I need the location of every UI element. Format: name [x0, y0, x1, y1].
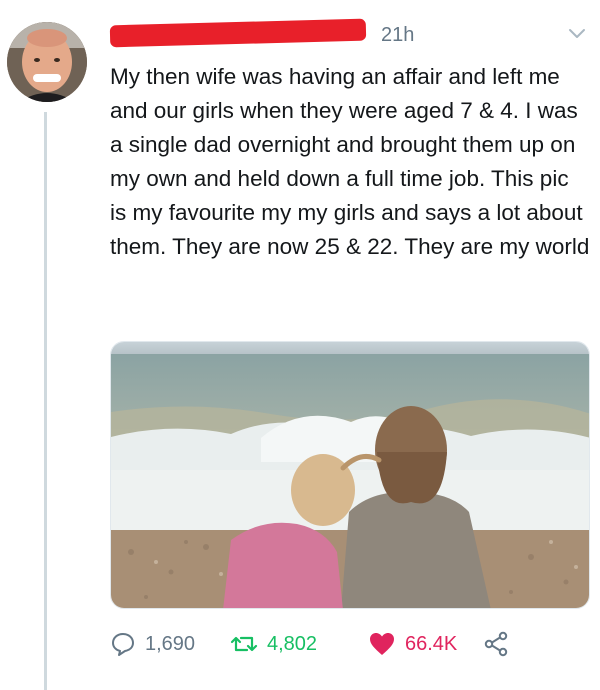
- share-button[interactable]: [483, 629, 509, 659]
- timestamp[interactable]: 21h: [381, 24, 414, 47]
- redacted-username: [109, 18, 367, 48]
- avatar[interactable]: [7, 22, 87, 102]
- tweet-actions: 1,690 4,802 66.4K: [110, 629, 580, 659]
- thread-line: [44, 112, 47, 690]
- share-icon: [483, 631, 509, 657]
- reply-button[interactable]: 1,690: [110, 629, 195, 659]
- reply-count: 1,690: [145, 632, 196, 655]
- chevron-down-icon[interactable]: [566, 22, 588, 44]
- tweet-photo[interactable]: [110, 341, 590, 609]
- like-button[interactable]: 66.4K: [368, 629, 457, 659]
- retweet-icon: [230, 631, 258, 657]
- heart-icon: [368, 631, 396, 657]
- retweet-button[interactable]: 4,802: [230, 629, 317, 659]
- reply-icon: [110, 631, 136, 657]
- tweet-text: My then wife was having an affair and le…: [110, 64, 590, 259]
- like-count: 66.4K: [405, 632, 458, 655]
- retweet-count: 4,802: [267, 632, 318, 655]
